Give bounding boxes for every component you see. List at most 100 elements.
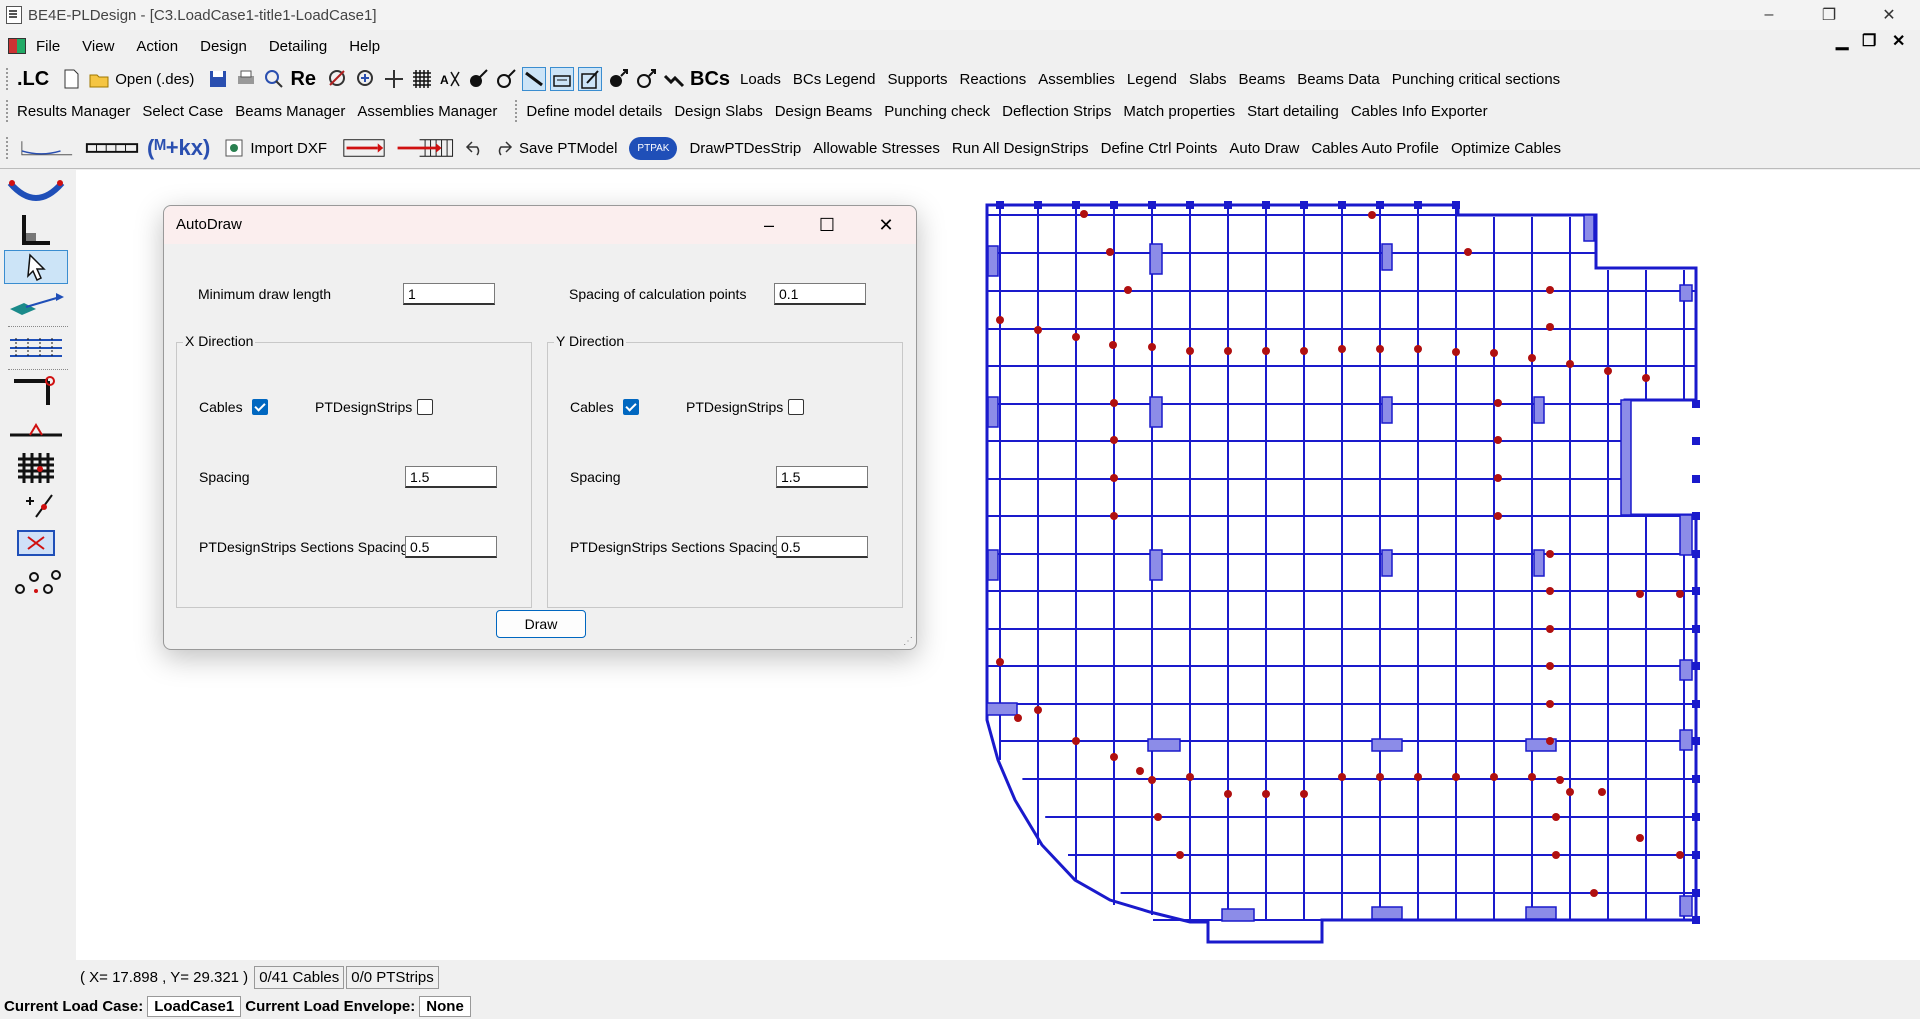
minimize-button[interactable]: – [1740,0,1798,30]
x-sections-spacing-input[interactable] [405,536,497,558]
run-all-designstrips-button[interactable]: Run All DesignStrips [952,140,1089,157]
cable-point[interactable] [1636,590,1644,598]
edge-node[interactable] [1034,201,1042,209]
save-ptmodel-button[interactable]: Save PTModel [519,140,617,157]
beam-support-icon[interactable] [4,412,68,446]
beams-manager-button[interactable]: Beams Manager [235,103,345,120]
cable-point[interactable] [1300,347,1308,355]
menu-detailing[interactable]: Detailing [269,38,327,55]
import-dxf-button[interactable]: Import DXF [250,140,327,157]
cable-point[interactable] [1528,354,1536,362]
menu-design[interactable]: Design [200,38,247,55]
select-pointer-icon[interactable] [4,250,68,284]
cable-point[interactable] [1490,349,1498,357]
mdi-document-icon[interactable] [8,38,26,54]
column-support-icon[interactable] [4,374,68,408]
cable-point[interactable] [1224,790,1232,798]
cable-point[interactable] [996,658,1004,666]
cable-point[interactable] [1110,474,1118,482]
cable-point[interactable] [1109,341,1117,349]
cable-point[interactable] [1546,737,1554,745]
edge-node[interactable] [1692,813,1700,821]
cable-point[interactable] [1494,512,1502,520]
column-drop[interactable] [1371,906,1403,920]
cable-point[interactable] [1604,367,1612,375]
edge-node[interactable] [1110,201,1118,209]
column-drop[interactable] [1679,659,1693,681]
assemblies-button[interactable]: Assemblies [1038,71,1115,88]
cable-point[interactable] [1148,776,1156,784]
edge-node[interactable] [1692,437,1700,445]
cable-point[interactable] [1376,773,1384,781]
resize-grip-icon[interactable]: ⋰ [903,636,913,647]
draw-line-icon[interactable] [522,67,547,91]
strip-icon[interactable] [81,136,143,160]
bcs-button[interactable]: BCs [690,68,730,91]
start-detailing-button[interactable]: Start detailing [1247,103,1339,120]
tendon-curve-icon[interactable] [4,174,68,208]
cable-point[interactable] [1490,773,1498,781]
edge-node[interactable] [1692,587,1700,595]
edge-node[interactable] [1692,662,1700,670]
zoom-window-icon[interactable] [326,67,350,91]
points-cluster-icon[interactable] [4,564,68,598]
column-drop[interactable] [1679,729,1693,751]
match-properties-button[interactable]: Match properties [1123,103,1235,120]
close-button[interactable]: ✕ [1860,0,1918,30]
profile-curve-icon[interactable] [17,136,77,160]
edge-node[interactable] [1414,201,1422,209]
add-point-icon[interactable] [4,488,68,522]
cable-point[interactable] [1080,210,1088,218]
cable-point[interactable] [1452,773,1460,781]
x-spacing-input[interactable] [405,466,497,488]
column-drop[interactable] [987,396,999,428]
mdi-close-button[interactable]: ✕ [1892,31,1905,51]
beams-button[interactable]: Beams [1239,71,1286,88]
edge-node[interactable] [1692,550,1700,558]
tendon-anchor-icon[interactable] [466,67,490,91]
edge-node[interactable] [996,201,1004,209]
cable-point[interactable] [1528,773,1536,781]
edge-node[interactable] [1148,201,1156,209]
pan-icon[interactable] [382,67,406,91]
edge-node[interactable] [1224,201,1232,209]
cable-point[interactable] [1110,512,1118,520]
supports-button[interactable]: Supports [887,71,947,88]
ptpak-logo[interactable]: PTPAK [629,136,678,160]
cable-point[interactable] [1566,360,1574,368]
cable-point[interactable] [1464,248,1472,256]
column-drop[interactable] [987,549,999,581]
import-dxf-icon[interactable] [222,136,246,160]
column-drop[interactable] [1147,738,1181,752]
y-spacing-input[interactable] [776,466,868,488]
optimize-cables-button[interactable]: Optimize Cables [1451,140,1561,157]
x-cables-checkbox[interactable] [252,399,268,415]
cable-point[interactable] [1546,625,1554,633]
cable-point[interactable] [1590,889,1598,897]
define-model-details-button[interactable]: Define model details [526,103,662,120]
new-file-icon[interactable] [59,67,83,91]
cable-point[interactable] [1414,773,1422,781]
cable-point[interactable] [1676,590,1684,598]
dialog-maximize-button[interactable]: ☐ [812,210,842,240]
mesh-grid-icon[interactable] [4,450,68,484]
bcs-legend-button[interactable]: BCs Legend [793,71,876,88]
cable-point[interactable] [1224,347,1232,355]
cable-point[interactable] [1642,374,1650,382]
cable-point[interactable] [1124,286,1132,294]
edge-node[interactable] [1262,201,1270,209]
column-drop[interactable] [1679,284,1693,302]
column-drop[interactable] [1583,214,1595,242]
column-drop[interactable] [1381,549,1393,577]
edge-node[interactable] [1692,512,1700,520]
cable-point[interactable] [1452,348,1460,356]
cable-point[interactable] [1546,700,1554,708]
column-drop[interactable] [1149,243,1163,275]
cable-point[interactable] [1376,345,1384,353]
mdi-minimize-button[interactable]: ▁ [1836,31,1848,51]
deflection-strips-button[interactable]: Deflection Strips [1002,103,1111,120]
cable-point[interactable] [1110,436,1118,444]
draw-slab-icon[interactable] [550,67,575,91]
cables-auto-profile-button[interactable]: Cables Auto Profile [1311,140,1439,157]
cable-point[interactable] [996,316,1004,324]
